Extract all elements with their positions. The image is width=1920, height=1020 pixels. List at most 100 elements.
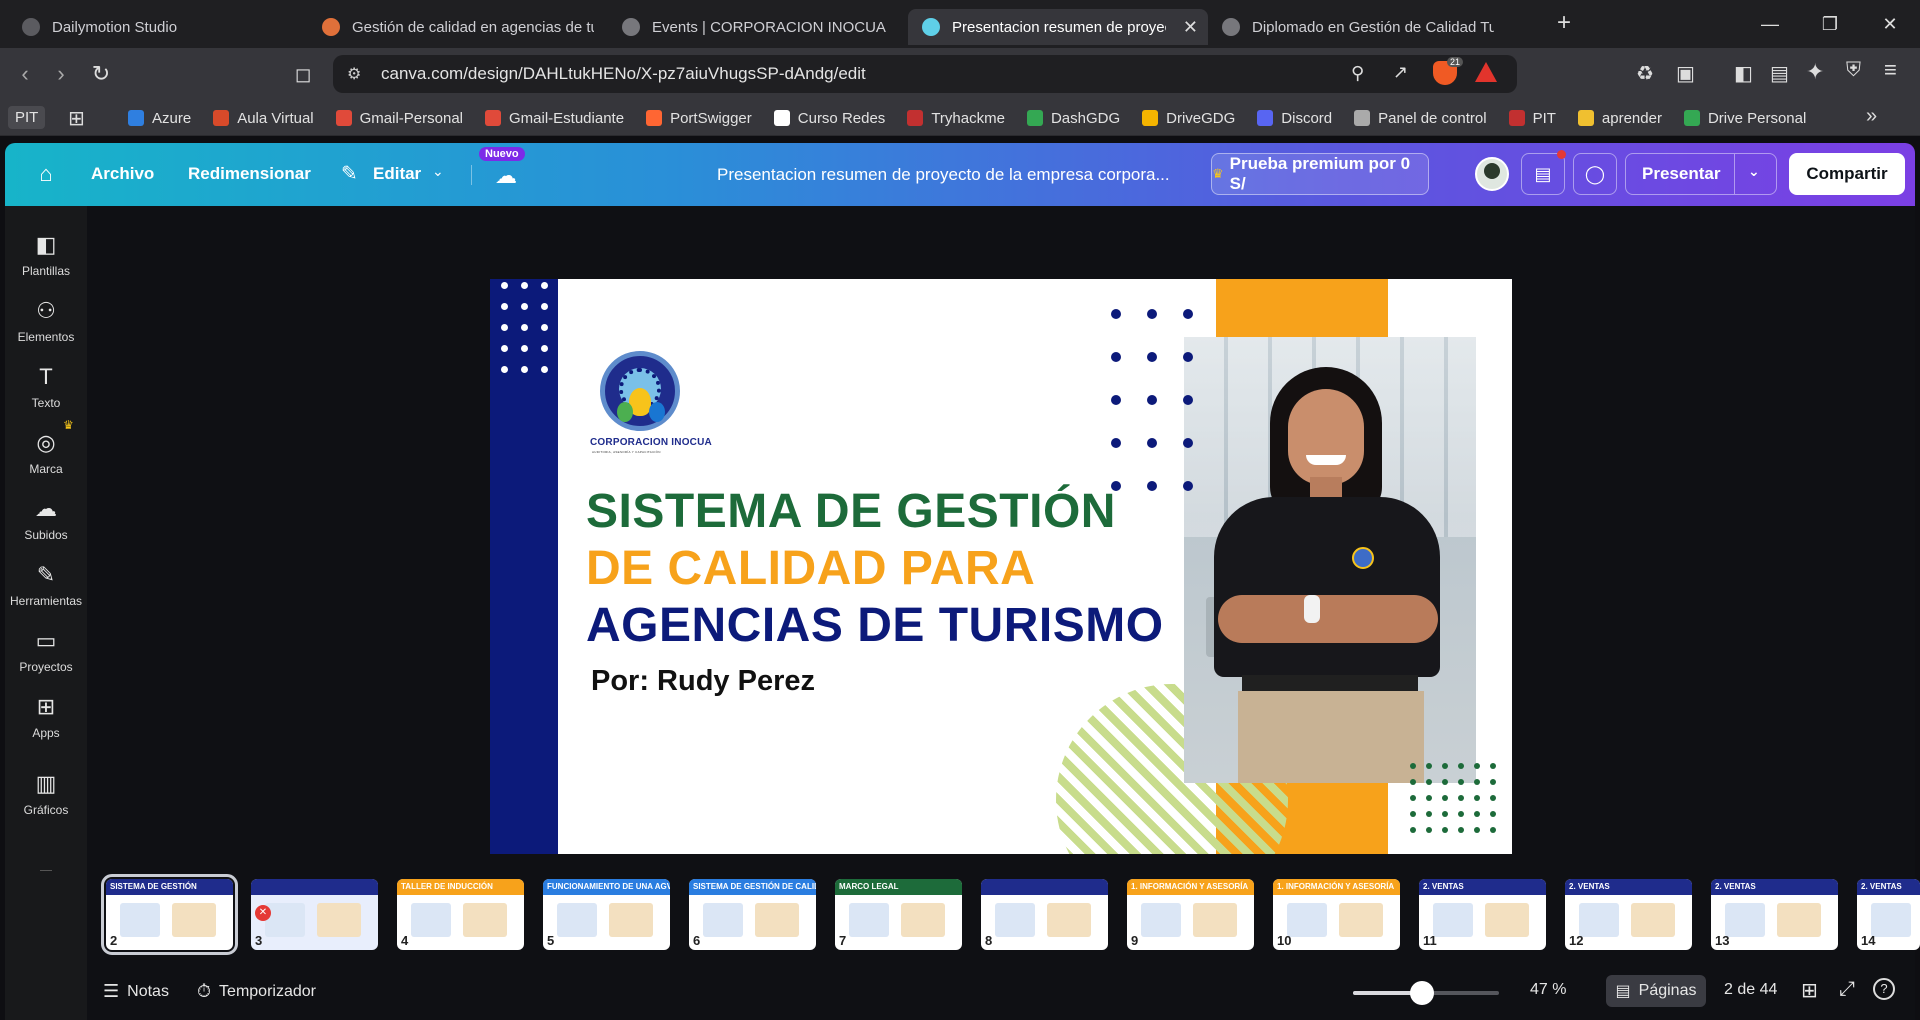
browser-tab[interactable]: Presentacion resumen de proyec ✕ [908, 9, 1208, 45]
pages-icon: ▤ [1615, 983, 1631, 1000]
timer-button[interactable]: ⏱ Temporizador [197, 981, 316, 1002]
sidebar-item-plantillas[interactable]: ◧ Plantillas [5, 232, 87, 278]
new-tab-button[interactable]: + [1550, 10, 1578, 38]
site-settings-icon[interactable]: ⚙ [347, 64, 361, 84]
fullscreen-icon[interactable]: ⤢ [1839, 978, 1855, 1001]
wallet-icon[interactable]: ▤ [1770, 61, 1789, 86]
restore-window-button[interactable]: ❐ [1800, 0, 1860, 48]
premium-trial-button[interactable]: ♛ Prueba premium por 0 S/ [1211, 153, 1429, 195]
editar-menu[interactable]: Editar [373, 164, 421, 184]
compartir-button[interactable]: Compartir [1789, 153, 1905, 195]
page-thumbnail[interactable]: SISTEMA DE GESTIÓN DE CALIDAD 6 [689, 879, 816, 950]
page-thumbnail[interactable]: 8 [981, 879, 1108, 950]
chevron-down-icon[interactable]: ⌄ [1748, 163, 1760, 180]
page-thumbnail[interactable]: 2. VENTAS 13 [1711, 879, 1838, 950]
thumbnail-content [755, 903, 799, 937]
vpn-icon[interactable]: ⛨ [1846, 59, 1861, 82]
sidebar-item-proyectos[interactable]: ▭ Proyectos [5, 628, 87, 674]
pages-button[interactable]: ▤ Páginas [1606, 975, 1706, 1007]
decor-dot [1111, 438, 1121, 448]
zoom-slider[interactable] [1353, 981, 1499, 1005]
sidebar-item-apps[interactable]: ⊞ Apps [5, 694, 87, 740]
close-window-button[interactable]: ✕ [1860, 0, 1920, 48]
bookmark-item[interactable]: Gmail-Personal [335, 110, 463, 127]
sidebar-item-label: Plantillas [21, 264, 71, 278]
bookmark-item[interactable]: PIT [1508, 110, 1556, 127]
sidebar-item-gráficos[interactable]: ▥ Gráficos [5, 771, 87, 817]
bookmark-item[interactable]: Gmail-Estudiante [485, 110, 624, 127]
crown-icon: ♛ [1212, 166, 1224, 181]
browser-tab[interactable]: Events | CORPORACION INOCUA [608, 9, 908, 45]
tab-title: Gestión de calidad en agencias de tur [352, 18, 594, 36]
reader-icon[interactable]: ▣ [1676, 61, 1695, 86]
more-bookmarks-icon[interactable]: » [1866, 105, 1877, 128]
bookmark-item[interactable]: Discord [1257, 110, 1332, 127]
bookmark-item[interactable]: PortSwigger [646, 110, 752, 127]
sidebar-item-texto[interactable]: T Texto [5, 364, 87, 410]
back-icon[interactable]: ‹ [8, 57, 42, 91]
sidebar-item-label: Proyectos [19, 660, 73, 674]
home-icon[interactable]: ⌂ [33, 161, 59, 187]
reload-icon[interactable]: ↻ [84, 57, 118, 91]
forward-icon[interactable]: › [44, 57, 78, 91]
brave-rewards-icon[interactable] [1475, 62, 1497, 82]
page-thumbnail[interactable]: 2. VENTAS 12 [1565, 879, 1692, 950]
grid-view-icon[interactable]: ⊞ [1801, 978, 1818, 1003]
brave-shield-icon[interactable]: 21 [1433, 57, 1463, 85]
comments-button[interactable]: ◯ [1573, 153, 1617, 195]
bookmark-item[interactable]: DriveGDG [1142, 110, 1235, 127]
page-thumbnail[interactable]: FUNCIONAMIENTO DE UNA AGVT 5 [543, 879, 670, 950]
close-tab-icon[interactable]: ✕ [1183, 17, 1198, 38]
bookmark-label: PIT [15, 109, 39, 126]
sidebar-item-subidos[interactable]: ☁ Subidos [5, 496, 87, 542]
document-title[interactable]: Presentacion resumen de proyecto de la e… [717, 165, 1170, 185]
zoom-value[interactable]: 47 % [1530, 981, 1566, 999]
presentar-button[interactable]: Presentar ⌄ [1625, 153, 1777, 195]
extensions-icon[interactable]: ♻ [1636, 61, 1654, 86]
bookmark-item[interactable]: DashGDG [1026, 110, 1120, 127]
zoom-slider-handle[interactable] [1410, 981, 1434, 1005]
sidebar-toggle-icon[interactable]: ◧ [1734, 61, 1753, 86]
decor-dot [1442, 763, 1448, 769]
page-thumbnail[interactable]: 2. VENTAS 14 [1857, 879, 1920, 950]
page-thumbnail[interactable]: 1. INFORMACIÓN Y ASESORÍA 10 [1273, 879, 1400, 950]
avatar[interactable] [1475, 157, 1509, 191]
page-thumbnail[interactable]: ✕ 3 [251, 879, 378, 950]
slide-canvas[interactable]: CORPORACION INOCUA AUDITORIA, ASESORÍA Y… [490, 279, 1512, 854]
help-icon[interactable]: ? [1873, 978, 1895, 1000]
bookmark-item[interactable]: PIT [8, 106, 46, 129]
bookmark-item[interactable]: Panel de control [1354, 110, 1487, 127]
zoom-search-icon[interactable]: ⚲ [1351, 63, 1364, 84]
browser-tab[interactable]: Diplomado en Gestión de Calidad Tur [1208, 9, 1508, 45]
notes-button[interactable]: ☰ Notas [103, 981, 169, 1002]
share-page-icon[interactable]: ↗ [1393, 62, 1408, 83]
archivo-menu[interactable]: Archivo [91, 164, 154, 184]
cloud-save-icon[interactable]: ☁ [495, 163, 517, 189]
insights-button[interactable]: ▤ [1521, 150, 1566, 195]
bookmark-item[interactable]: Tryhackme [907, 110, 1005, 127]
page-thumbnail[interactable]: 1. INFORMACIÓN Y ASESORÍA 9 [1127, 879, 1254, 950]
redimensionar-button[interactable]: Redimensionar [188, 164, 311, 184]
menu-icon[interactable]: ≡ [1884, 57, 1897, 83]
page-thumbnail[interactable]: 2. VENTAS 11 [1419, 879, 1546, 950]
sidebar-item-herramientas[interactable]: ✎ Herramientas [5, 562, 87, 608]
bookmark-item[interactable]: aprender [1577, 110, 1662, 127]
minimize-window-button[interactable]: — [1740, 0, 1800, 48]
bookmark-item[interactable]: Azure [128, 110, 191, 127]
decor-dot [1458, 763, 1464, 769]
bookmark-item[interactable]: Drive Personal [1683, 110, 1806, 127]
leo-ai-icon[interactable]: ✦ [1806, 59, 1824, 85]
sidebar-item-elementos[interactable]: ⚇ Elementos [5, 298, 87, 344]
address-bar[interactable]: ⚙ canva.com/design/DAHLtukHENo/X-pz7aiuV… [333, 55, 1517, 93]
page-thumbnail[interactable]: SISTEMA DE GESTIÓN 2 [101, 874, 238, 955]
sidebar-item-marca[interactable]: ◎ Marca ♛ [5, 418, 87, 476]
bookmark-icon[interactable]: ◻ [286, 57, 320, 91]
bookmark-item[interactable]: Curso Redes [773, 110, 885, 127]
browser-tab[interactable]: Dailymotion Studio [8, 9, 308, 45]
page-thumbnail[interactable]: MARCO LEGAL 7 [835, 879, 962, 950]
apps-grid-icon[interactable]: ⊞ [68, 106, 85, 131]
bookmark-item[interactable]: Aula Virtual [213, 110, 314, 127]
browser-tab[interactable]: Gestión de calidad en agencias de tur [308, 9, 608, 45]
page-thumbnail[interactable]: TALLER DE INDUCCIÓN 4 [397, 879, 524, 950]
decor-dot [1147, 352, 1157, 362]
